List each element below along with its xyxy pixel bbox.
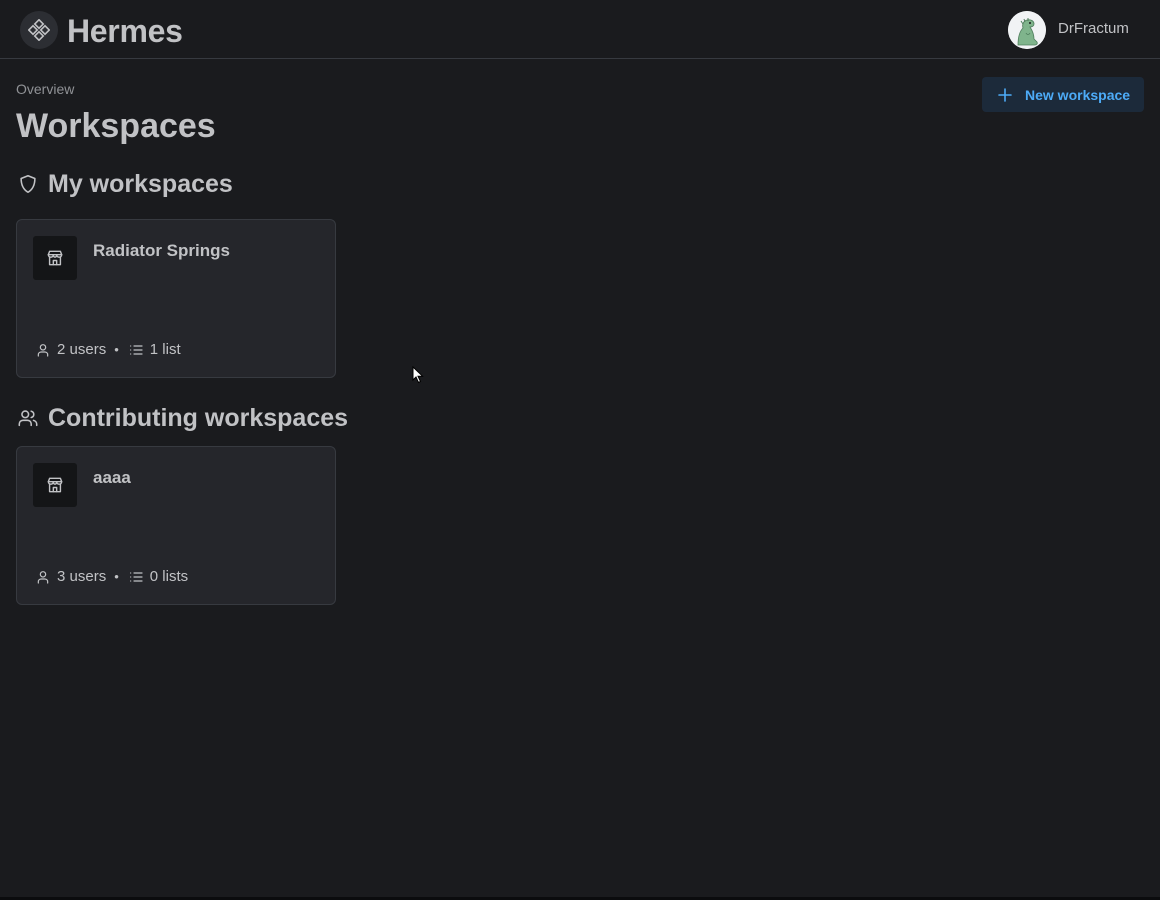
list-count: 1 list xyxy=(149,341,181,358)
list-icon xyxy=(127,341,145,359)
app-name[interactable]: Hermes xyxy=(67,12,183,50)
user-count: 3 users xyxy=(57,568,107,585)
section-my-workspaces: My workspaces xyxy=(16,168,233,200)
users-icon xyxy=(16,406,40,430)
workspace-card-aaaa[interactable]: aaaa 3 users • 0 lists xyxy=(16,446,336,605)
plus-icon xyxy=(997,87,1013,103)
workspace-card-radiator-springs[interactable]: Radiator Springs 2 users • 1 list xyxy=(16,219,336,378)
workspace-meta: 3 users • 0 lists xyxy=(34,567,188,587)
section-title-label: My workspaces xyxy=(48,169,233,198)
workspace-meta: 2 users • 1 list xyxy=(34,340,181,360)
shield-icon xyxy=(16,172,40,196)
list-count: 0 lists xyxy=(149,568,189,585)
user-count: 2 users xyxy=(57,341,107,358)
meta-separator: • xyxy=(114,342,119,357)
page-title: Workspaces xyxy=(16,107,216,145)
user-icon xyxy=(34,341,52,359)
building-store-icon xyxy=(33,236,77,280)
top-bar: Hermes DrFractum xyxy=(0,0,1160,59)
user-name[interactable]: DrFractum xyxy=(1058,19,1129,39)
building-store-icon xyxy=(33,463,77,507)
logo-icon[interactable] xyxy=(20,11,58,49)
user-icon xyxy=(34,568,52,586)
meta-separator: • xyxy=(114,569,119,584)
list-icon xyxy=(127,568,145,586)
mouse-cursor-icon xyxy=(412,365,424,389)
section-title-label: Contributing workspaces xyxy=(48,403,349,432)
new-workspace-button[interactable]: New workspace xyxy=(982,77,1144,112)
workspace-name: aaaa xyxy=(93,468,131,487)
breadcrumb[interactable]: Overview xyxy=(16,79,74,99)
workspace-name: Radiator Springs xyxy=(93,241,230,260)
new-workspace-label: New workspace xyxy=(1025,86,1131,103)
user-avatar[interactable] xyxy=(1008,11,1046,49)
section-contributing-workspaces: Contributing workspaces xyxy=(16,402,348,434)
